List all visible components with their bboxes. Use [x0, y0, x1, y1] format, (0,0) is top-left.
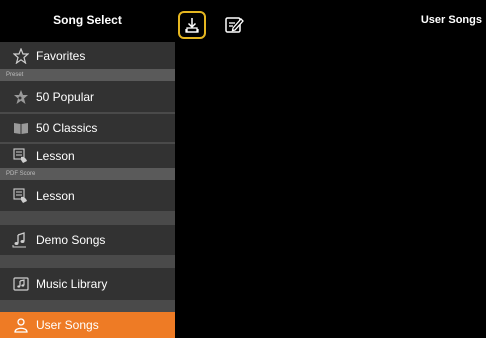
sidebar-item-label: Music Library: [36, 277, 108, 291]
sidebar-item-50-classics[interactable]: 50 Classics: [0, 114, 175, 142]
star-music-icon: [12, 88, 30, 106]
sidebar-title: Song Select: [53, 13, 122, 27]
edit-icon: [225, 17, 244, 33]
song-list-area[interactable]: [175, 40, 486, 338]
sidebar-item-demo-songs[interactable]: Demo Songs: [0, 225, 175, 255]
sidebar-item-label: Lesson: [36, 149, 75, 163]
edit-button[interactable]: [220, 11, 248, 39]
download-icon: [185, 18, 199, 33]
sidebar-item-pdf-lesson[interactable]: Lesson: [0, 180, 175, 211]
sidebar-item-favorites[interactable]: Favorites: [0, 42, 175, 69]
sidebar-item-music-library[interactable]: Music Library: [0, 268, 175, 300]
lesson-icon: [12, 187, 30, 205]
section-header-preset: Preset: [0, 69, 175, 81]
sidebar-item-label: Favorites: [36, 48, 86, 63]
sidebar-item-label: 50 Classics: [36, 121, 98, 135]
sidebar-item-label: User Songs: [36, 318, 99, 332]
sidebar: Favorites Preset 50 Popular 50 Classics …: [0, 42, 175, 338]
download-button[interactable]: [178, 11, 206, 39]
page-title: User Songs: [420, 14, 482, 26]
sidebar-item-50-popular[interactable]: 50 Popular: [0, 81, 175, 112]
sidebar-item-user-songs[interactable]: User Songs: [0, 312, 175, 338]
demo-notes-icon: [12, 231, 30, 249]
section-gap: [0, 300, 175, 312]
music-library-icon: [12, 275, 30, 293]
lesson-icon: [12, 147, 30, 165]
sidebar-item-lesson[interactable]: Lesson: [0, 144, 175, 168]
top-bar: Song Select User Songs: [0, 0, 486, 40]
sidebar-item-label: Lesson: [36, 188, 75, 203]
book-icon: [12, 119, 30, 137]
sidebar-item-label: Demo Songs: [36, 233, 106, 247]
section-gap: [0, 211, 175, 225]
star-outline-icon: [12, 47, 30, 65]
sidebar-item-label: 50 Popular: [36, 89, 95, 104]
section-gap: [0, 255, 175, 268]
user-icon: [12, 316, 30, 334]
section-header-pdf-score: PDF Score: [0, 168, 175, 180]
